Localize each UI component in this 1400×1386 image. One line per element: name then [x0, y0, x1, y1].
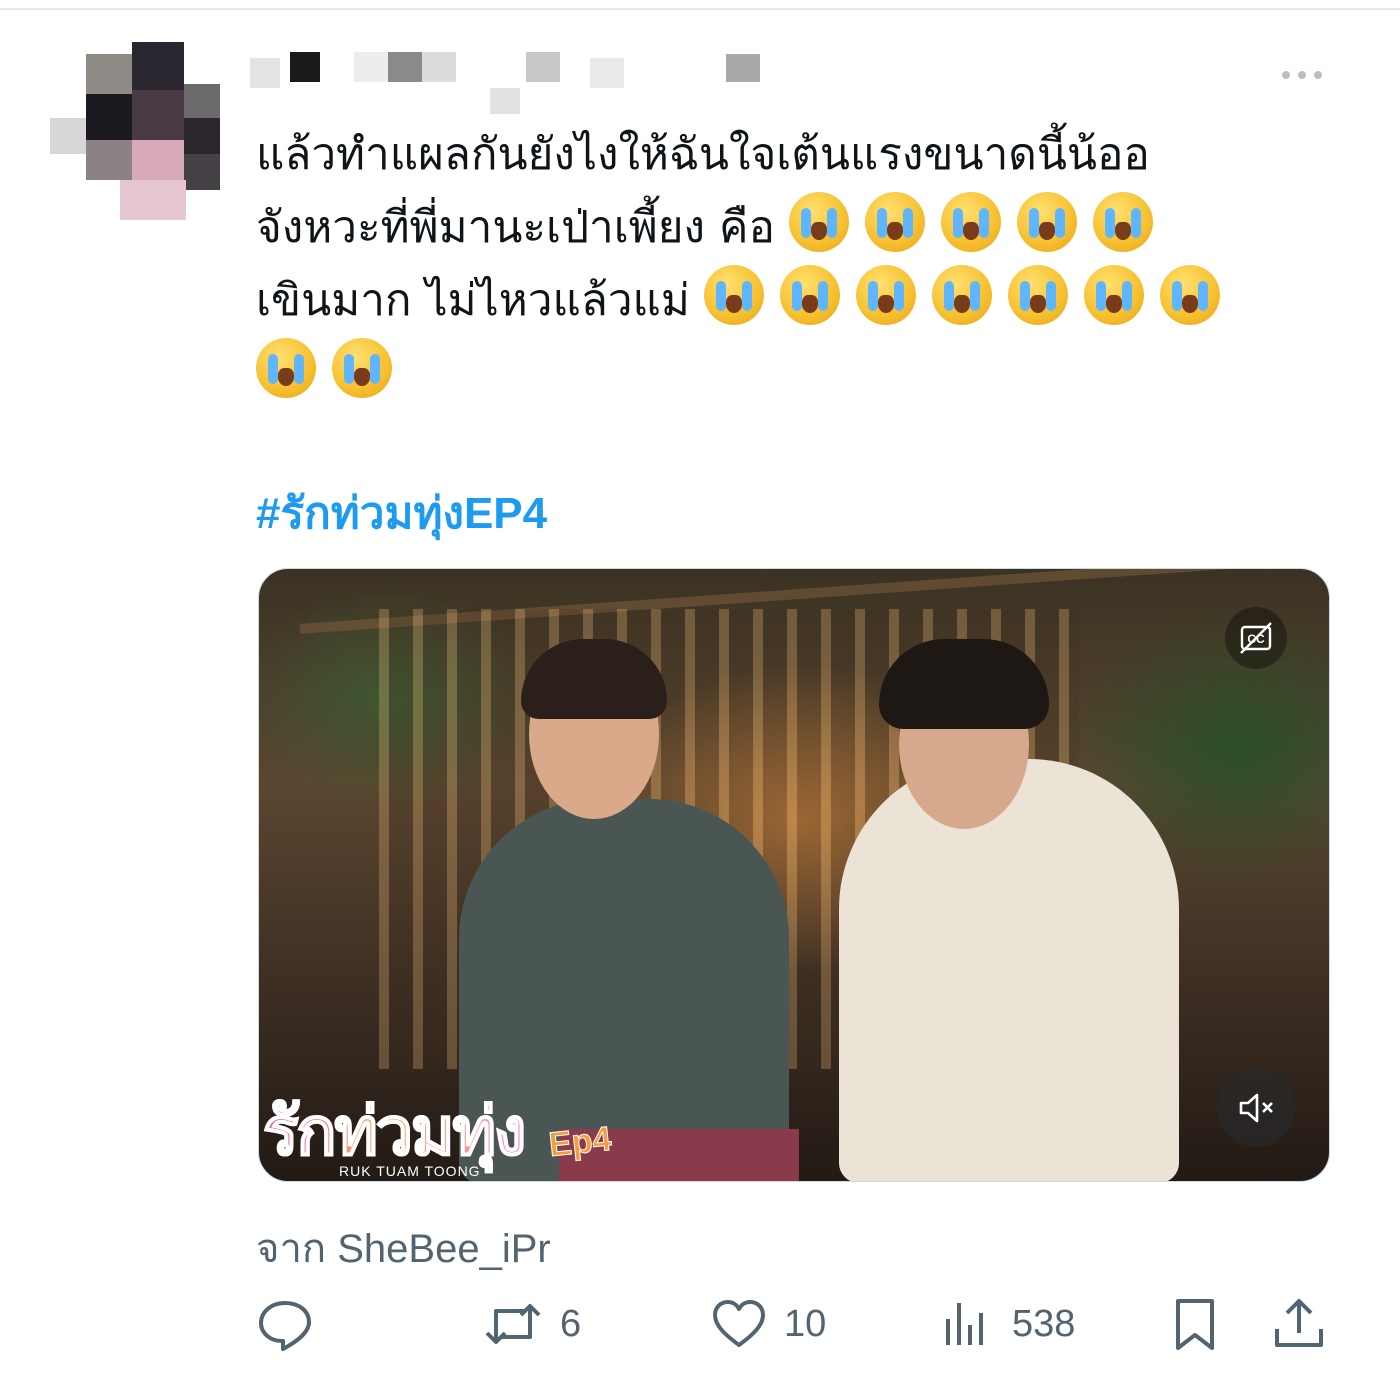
- show-logo-episode: Ep4: [547, 1119, 614, 1165]
- views-count: 538: [1012, 1302, 1076, 1345]
- show-logo: รักท่วมทุ่ง Ep4 RUK TUAM TOONG: [259, 1079, 639, 1181]
- volume-muted-icon[interactable]: [1217, 1069, 1295, 1147]
- reply-button[interactable]: [256, 1294, 314, 1354]
- source-handle-link[interactable]: SheBee_iPr: [337, 1227, 550, 1271]
- action-bar: 6 10 538: [256, 1294, 1336, 1354]
- tweet-text: แล้วทำแผลกันยังไงให้ฉันใจเต้นแรงขนาดนี้น…: [256, 118, 1336, 410]
- like-button[interactable]: 10: [710, 1294, 826, 1354]
- captions-icon[interactable]: CC: [1225, 607, 1287, 669]
- tweet-line-4: [256, 337, 1336, 410]
- tweet-line-1: แล้วทำแผลกันยังไงให้ฉันใจเต้นแรงขนาดนี้น…: [256, 129, 1150, 180]
- retweet-button[interactable]: 6: [482, 1294, 581, 1354]
- tweet-line-2-text: จังหวะที่พี่มานะเป่าเพี้ยง คือ: [256, 202, 775, 253]
- display-name-redacted[interactable]: [250, 48, 770, 128]
- scene-man-hair: [879, 639, 1049, 729]
- views-button[interactable]: 538: [938, 1294, 1075, 1354]
- share-icon: [1275, 1299, 1323, 1347]
- reply-icon: [259, 1301, 311, 1351]
- tweet-line-3: เขินมาก ไม่ไหวแล้วแม่: [256, 264, 1336, 337]
- share-button[interactable]: [1270, 1294, 1328, 1354]
- retweet-count: 6: [560, 1302, 582, 1345]
- heart-icon: [713, 1300, 765, 1347]
- loudly-crying-face-emoji: [1007, 265, 1068, 325]
- like-count: 10: [784, 1302, 827, 1345]
- hashtag-link[interactable]: #รักท่วมทุ่งEP4: [256, 478, 547, 548]
- loudly-crying-face-emoji: [779, 265, 840, 325]
- loudly-crying-face-emoji: [332, 338, 392, 398]
- loudly-crying-face-emoji: [1016, 192, 1077, 252]
- loudly-crying-face-emoji: [703, 265, 764, 325]
- top-divider: [0, 8, 1400, 10]
- retweet-icon: [485, 1304, 541, 1344]
- loudly-crying-face-emoji: [256, 338, 316, 398]
- tweet-line-3-text: เขินมาก ไม่ไหวแล้วแม่: [256, 275, 690, 326]
- more-options-icon[interactable]: [1272, 60, 1332, 90]
- loudly-crying-face-emoji: [931, 265, 992, 325]
- source-attribution: จาก SheBee_iPr: [256, 1216, 551, 1280]
- loudly-crying-face-emoji: [940, 192, 1001, 252]
- loudly-crying-face-emoji: [855, 265, 916, 325]
- loudly-crying-face-emoji: [1092, 192, 1153, 252]
- loudly-crying-face-emoji: [788, 192, 849, 252]
- loudly-crying-face-emoji: [1159, 265, 1220, 325]
- bookmark-icon: [1176, 1299, 1214, 1350]
- scene-man-body: [839, 759, 1179, 1181]
- tweet-line-2: จังหวะที่พี่มานะเป่าเพี้ยง คือ: [256, 191, 1336, 264]
- views-icon: [946, 1303, 983, 1345]
- loudly-crying-face-emoji: [864, 192, 925, 252]
- video-player[interactable]: รักท่วมทุ่ง Ep4 RUK TUAM TOONG CC: [258, 568, 1330, 1182]
- avatar[interactable]: [50, 42, 226, 222]
- show-logo-subtitle: RUK TUAM TOONG: [339, 1163, 481, 1179]
- source-prefix: จาก: [256, 1227, 327, 1271]
- bookmark-button[interactable]: [1166, 1294, 1224, 1354]
- loudly-crying-face-emoji: [1083, 265, 1144, 325]
